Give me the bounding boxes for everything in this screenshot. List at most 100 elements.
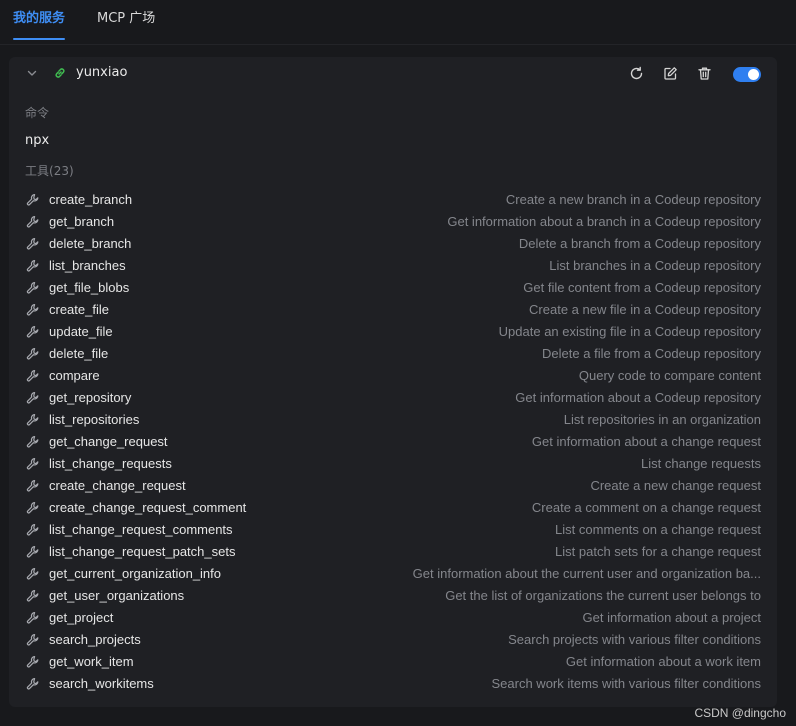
tool-row[interactable]: create_branch Create a new branch in a Co…	[9, 189, 777, 211]
tool-name: list_change_requests	[49, 456, 172, 471]
wrench-icon	[26, 282, 39, 294]
wrench-icon	[26, 612, 39, 624]
wrench-icon	[26, 326, 39, 338]
tool-name: create_branch	[49, 192, 133, 207]
tool-row[interactable]: delete_file Delete a file from a Codeup r…	[9, 343, 777, 365]
tool-description: Query code to compare content	[578, 368, 761, 383]
wrench-icon	[26, 304, 39, 316]
tool-name: delete_branch	[49, 236, 132, 251]
wrench-icon	[26, 678, 39, 690]
delete-icon[interactable]	[697, 66, 712, 81]
wrench-icon	[26, 260, 39, 272]
tool-name: get_repository	[49, 390, 132, 405]
tool-name: compare	[49, 368, 100, 383]
tool-row[interactable]: update_file Update an existing file in a …	[9, 321, 777, 343]
tool-description: Get information about a Codeup repositor…	[515, 390, 761, 405]
tool-row[interactable]: get_branch Get information about a branch…	[9, 211, 777, 233]
watermark: CSDN @dingcho	[694, 706, 786, 720]
tool-row[interactable]: search_projects Search projects with vari…	[9, 629, 777, 651]
tool-name: search_workitems	[49, 676, 154, 691]
tool-description: Get information about a branch in a Code…	[447, 214, 761, 229]
edit-icon[interactable]	[663, 66, 678, 81]
tool-row[interactable]: get_user_organizations Get the list of or…	[9, 585, 777, 607]
tool-row[interactable]: get_current_organization_info Get informa…	[9, 563, 777, 585]
tab-my-services[interactable]: 我的服务	[13, 0, 66, 42]
tool-name: create_file	[49, 302, 109, 317]
tool-row[interactable]: get_file_blobs Get file content from a Co…	[9, 277, 777, 299]
toggle-knob	[748, 69, 759, 80]
wrench-icon	[26, 370, 39, 382]
tool-description: List comments on a change request	[555, 522, 761, 537]
tools-heading: 工具(23)	[25, 162, 74, 179]
tab-bar: 我的服务 MCP 广场	[0, 0, 796, 45]
tool-name: get_change_request	[49, 434, 168, 449]
tool-description: Create a new change request	[590, 478, 761, 493]
tool-list: create_branch Create a new branch in a Co…	[9, 189, 777, 695]
wrench-icon	[26, 436, 39, 448]
tool-row[interactable]: list_branches List branches in a Codeup r…	[9, 255, 777, 277]
tool-name: delete_file	[49, 346, 109, 361]
command-label: 命令	[25, 106, 50, 120]
tool-row[interactable]: delete_branch Delete a branch from a Code…	[9, 233, 777, 255]
tool-name: search_projects	[49, 632, 141, 647]
server-card: yunxiao 命令 npx 工具(23) create_branch Crea…	[9, 57, 777, 707]
tool-description: Delete a file from a Codeup repository	[542, 346, 761, 361]
tool-description: List patch sets for a change request	[555, 544, 761, 559]
wrench-icon	[26, 216, 39, 228]
tool-description: Update an existing file in a Codeup repo…	[498, 324, 761, 339]
tool-name: create_change_request	[49, 478, 186, 493]
server-enable-toggle[interactable]	[733, 67, 761, 82]
tool-description: List branches in a Codeup repository	[549, 258, 761, 273]
tool-row[interactable]: list_change_requests List change requests	[9, 453, 777, 475]
wrench-icon	[26, 238, 39, 250]
tool-description: Create a new branch in a Codeup reposito…	[505, 192, 761, 207]
wrench-icon	[26, 634, 39, 646]
tool-name: get_work_item	[49, 654, 134, 669]
tool-description: Create a new file in a Codeup repository	[529, 302, 761, 317]
wrench-icon	[26, 590, 39, 602]
tool-row[interactable]: list_repositories List repositories in an…	[9, 409, 777, 431]
tool-name: get_branch	[49, 214, 115, 229]
tool-row[interactable]: compare Query code to compare content	[9, 365, 777, 387]
tool-description: List repositories in an organization	[563, 412, 761, 427]
wrench-icon	[26, 194, 39, 206]
tool-name: list_change_request_patch_sets	[49, 544, 236, 559]
wrench-icon	[26, 480, 39, 492]
tool-row[interactable]: get_project Get information about a proje…	[9, 607, 777, 629]
tool-name: get_file_blobs	[49, 280, 130, 295]
tool-row[interactable]: list_change_request_patch_sets List patch…	[9, 541, 777, 563]
tool-description: Search projects with various filter cond…	[508, 632, 761, 647]
tool-description: List change requests	[641, 456, 761, 471]
tool-name: get_current_organization_info	[49, 566, 222, 581]
wrench-icon	[26, 458, 39, 470]
tool-row[interactable]: get_work_item Get information about a wor…	[9, 651, 777, 673]
tool-row[interactable]: create_change_request_comment Create a co…	[9, 497, 777, 519]
tool-description: Get information about a change request	[531, 434, 761, 449]
wrench-icon	[26, 568, 39, 580]
tool-name: create_change_request_comment	[49, 500, 247, 515]
wrench-icon	[26, 546, 39, 558]
tool-description: Get file content from a Codeup repositor…	[523, 280, 761, 295]
tool-name: list_branches	[49, 258, 126, 273]
tool-name: get_user_organizations	[49, 588, 185, 603]
tool-name: list_change_request_comments	[49, 522, 233, 537]
tool-row[interactable]: create_change_request Create a new change…	[9, 475, 777, 497]
server-name: yunxiao	[76, 65, 128, 80]
link-icon	[55, 68, 65, 78]
refresh-icon[interactable]	[629, 66, 644, 81]
tool-description: Create a comment on a change request	[531, 500, 761, 515]
tab-mcp-plaza[interactable]: MCP 广场	[97, 0, 155, 42]
tool-row[interactable]: get_change_request Get information about …	[9, 431, 777, 453]
wrench-icon	[26, 502, 39, 514]
chevron-down-icon[interactable]	[26, 67, 38, 79]
wrench-icon	[26, 656, 39, 668]
tool-name: get_project	[49, 610, 114, 625]
tool-row[interactable]: list_change_request_comments List comment…	[9, 519, 777, 541]
wrench-icon	[26, 392, 39, 404]
tool-row[interactable]: create_file Create a new file in a Codeup…	[9, 299, 777, 321]
tool-description: Get information about a project	[582, 610, 762, 625]
server-card-header[interactable]: yunxiao	[9, 57, 777, 91]
tool-row[interactable]: search_workitems Search work items with v…	[9, 673, 777, 695]
tool-row[interactable]: get_repository Get information about a Co…	[9, 387, 777, 409]
wrench-icon	[26, 414, 39, 426]
